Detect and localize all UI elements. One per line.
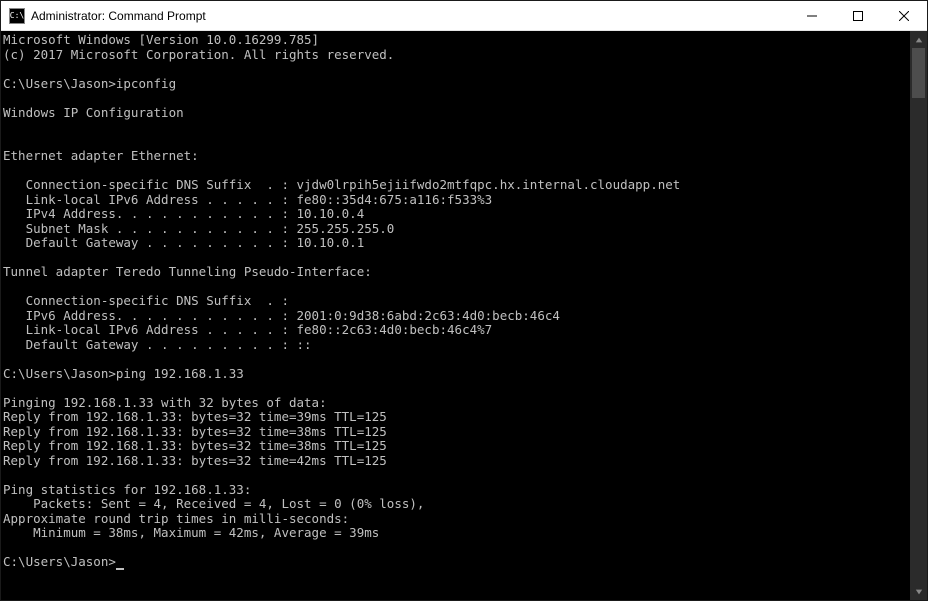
- prompt-current: C:\Users\Jason>: [3, 554, 116, 569]
- ping-reply-3: Reply from 192.168.1.33: bytes=32 time=3…: [3, 438, 387, 453]
- eth-ipv4-address: IPv4 Address. . . . . . . . . . . : 10.1…: [3, 206, 364, 221]
- scroll-down-button[interactable]: [910, 583, 927, 600]
- cursor: [116, 568, 124, 570]
- ping-rtt-header: Approximate round trip times in milli-se…: [3, 511, 349, 526]
- tun-ipv6-address: IPv6 Address. . . . . . . . . . . : 2001…: [3, 308, 560, 323]
- close-button[interactable]: [881, 1, 927, 30]
- ethernet-adapter-header: Ethernet adapter Ethernet:: [3, 148, 199, 163]
- tun-dns-suffix: Connection-specific DNS Suffix . :: [3, 293, 289, 308]
- window-controls: [789, 1, 927, 30]
- scroll-thumb[interactable]: [912, 48, 925, 98]
- os-version-line: Microsoft Windows [Version 10.0.16299.78…: [3, 32, 319, 47]
- tun-default-gateway: Default Gateway . . . . . . . . . : ::: [3, 337, 312, 352]
- prompt-ipconfig: C:\Users\Jason>ipconfig: [3, 76, 176, 91]
- copyright-line: (c) 2017 Microsoft Corporation. All righ…: [3, 47, 394, 62]
- vertical-scrollbar[interactable]: [910, 31, 927, 600]
- maximize-button[interactable]: [835, 1, 881, 30]
- cmd-icon: C:\: [9, 8, 25, 24]
- ping-reply-1: Reply from 192.168.1.33: bytes=32 time=3…: [3, 409, 387, 424]
- ping-stats-header: Ping statistics for 192.168.1.33:: [3, 482, 251, 497]
- ping-rtt-values: Minimum = 38ms, Maximum = 42ms, Average …: [3, 525, 379, 540]
- terminal-wrapper: Microsoft Windows [Version 10.0.16299.78…: [1, 31, 927, 600]
- eth-default-gateway: Default Gateway . . . . . . . . . : 10.1…: [3, 235, 364, 250]
- ping-reply-4: Reply from 192.168.1.33: bytes=32 time=4…: [3, 453, 387, 468]
- ping-stats-packets: Packets: Sent = 4, Received = 4, Lost = …: [3, 496, 424, 511]
- tun-link-local-ipv6: Link-local IPv6 Address . . . . . : fe80…: [3, 322, 492, 337]
- ping-reply-2: Reply from 192.168.1.33: bytes=32 time=3…: [3, 424, 387, 439]
- ipconfig-title: Windows IP Configuration: [3, 105, 184, 120]
- prompt-ping: C:\Users\Jason>ping 192.168.1.33: [3, 366, 244, 381]
- titlebar[interactable]: C:\ Administrator: Command Prompt: [1, 1, 927, 31]
- window-title: Administrator: Command Prompt: [31, 9, 789, 23]
- ping-header: Pinging 192.168.1.33 with 32 bytes of da…: [3, 395, 327, 410]
- eth-dns-suffix: Connection-specific DNS Suffix . : vjdw0…: [3, 177, 680, 192]
- terminal-output[interactable]: Microsoft Windows [Version 10.0.16299.78…: [1, 31, 910, 600]
- command-prompt-window: C:\ Administrator: Command Prompt Micros…: [0, 0, 928, 601]
- eth-link-local-ipv6: Link-local IPv6 Address . . . . . : fe80…: [3, 192, 492, 207]
- minimize-button[interactable]: [789, 1, 835, 30]
- scroll-up-button[interactable]: [910, 31, 927, 48]
- eth-subnet-mask: Subnet Mask . . . . . . . . . . . : 255.…: [3, 221, 394, 236]
- tunnel-adapter-header: Tunnel adapter Teredo Tunneling Pseudo-I…: [3, 264, 372, 279]
